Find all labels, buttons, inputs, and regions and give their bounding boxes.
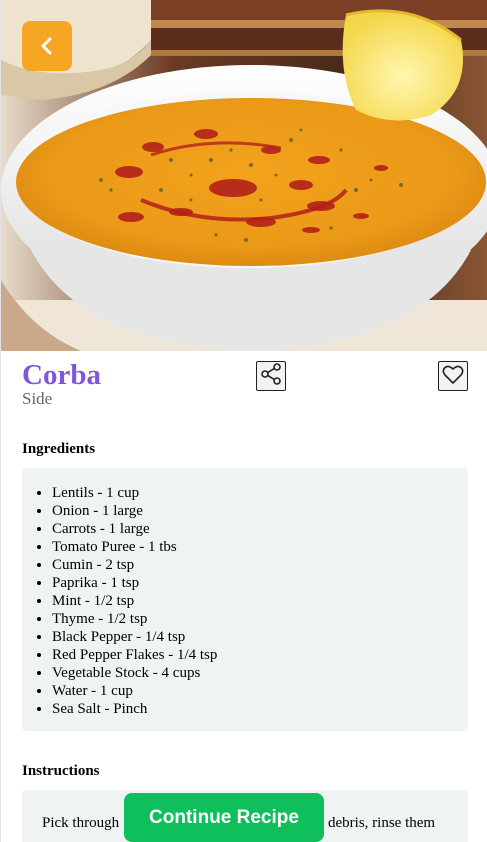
chevron-left-icon [36, 35, 58, 57]
favorite-button[interactable] [438, 361, 468, 391]
ingredients-heading: Ingredients [22, 441, 96, 457]
recipe-header: Corba Side [22, 357, 468, 408]
heart-icon [441, 362, 465, 391]
back-button[interactable] [22, 21, 72, 71]
ingredient-item: Red Pepper Flakes - 1/4 tsp [52, 646, 468, 664]
ingredient-item: Water - 1 cup [52, 682, 468, 700]
ingredient-item: Paprika - 1 tsp [52, 574, 468, 592]
ingredients-panel: Lentils - 1 cup Onion - 1 large Carrots … [22, 468, 468, 731]
recipe-category: Side [22, 389, 53, 408]
instructions-text-end: debris, rinse them [328, 815, 436, 831]
ingredient-item: Vegetable Stock - 4 cups [52, 664, 468, 682]
share-icon [259, 362, 283, 391]
recipe-title: Corba [22, 359, 101, 391]
recipe-detail-page: Corba Side Ingredients Len [0, 0, 487, 842]
ingredient-item: Sea Salt - Pinch [52, 700, 468, 718]
ingredient-item: Carrots - 1 large [52, 520, 468, 538]
ingredient-item: Cumin - 2 tsp [52, 556, 468, 574]
instructions-text-start: Pick through [42, 815, 120, 831]
ingredient-item: Lentils - 1 cup [52, 484, 468, 502]
recipe-hero-image [1, 0, 487, 351]
ingredient-item: Black Pepper - 1/4 tsp [52, 628, 468, 646]
share-button[interactable] [256, 361, 286, 391]
ingredient-item: Thyme - 1/2 tsp [52, 610, 468, 628]
continue-recipe-button[interactable]: Continue Recipe [124, 793, 324, 842]
ingredients-list: Lentils - 1 cup Onion - 1 large Carrots … [22, 468, 468, 718]
instructions-heading: Instructions [22, 763, 100, 779]
ingredient-item: Mint - 1/2 tsp [52, 592, 468, 610]
ingredient-item: Tomato Puree - 1 tbs [52, 538, 468, 556]
ingredient-item: Onion - 1 large [52, 502, 468, 520]
